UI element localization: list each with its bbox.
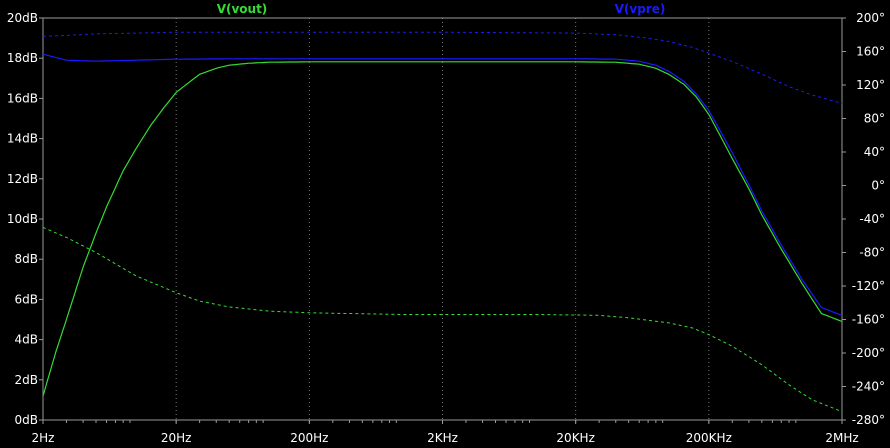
y-tick-label: 20dB (7, 11, 38, 25)
legend-v-vout: V(vout) (217, 2, 268, 16)
y-tick-label: 18dB (7, 51, 38, 65)
y-tick-label: 0dB (15, 413, 38, 427)
y-tick-label: 8dB (15, 252, 38, 266)
y-tick-label: 10dB (7, 212, 38, 226)
y2-tick-label: -80° (859, 246, 885, 260)
x-tick-label: 20KHz (556, 431, 594, 445)
y2-tick-label: 200° (856, 11, 885, 25)
y2-tick-label: -240° (852, 380, 885, 394)
y2-tick-label: 160° (856, 45, 885, 59)
y-tick-label: 6dB (15, 292, 38, 306)
y2-tick-label: 120° (856, 78, 885, 92)
legend-v-vpre: V(vpre) (615, 2, 666, 16)
y-tick-label: 4dB (15, 333, 38, 347)
y2-tick-label: -40° (859, 212, 885, 226)
x-tick-label: 2KHz (427, 431, 458, 445)
y2-tick-label: -160° (852, 313, 885, 327)
y2-tick-label: -280° (852, 413, 885, 427)
x-tick-label: 20Hz (161, 431, 192, 445)
y-tick-label: 2dB (15, 373, 38, 387)
x-tick-label: 2Hz (32, 431, 55, 445)
x-tick-label: 2MHz (825, 431, 858, 445)
x-tick-label: 200KHz (686, 431, 732, 445)
y2-tick-label: 40° (864, 145, 885, 159)
y-tick-label: 12dB (7, 172, 38, 186)
y-tick-label: 16dB (7, 91, 38, 105)
y2-tick-label: -200° (852, 346, 885, 360)
bode-plot: 2Hz 20Hz 200Hz 2KHz 20KHz 200KHz 2MHz 0dB 2dB 4dB… (0, 0, 890, 448)
y-tick-label: 14dB (7, 132, 38, 146)
plot-background (0, 0, 890, 448)
y2-tick-label: -120° (852, 279, 885, 293)
y2-tick-label: 80° (864, 112, 885, 126)
y2-tick-label: 0° (871, 179, 885, 193)
x-tick-label: 200Hz (290, 431, 328, 445)
